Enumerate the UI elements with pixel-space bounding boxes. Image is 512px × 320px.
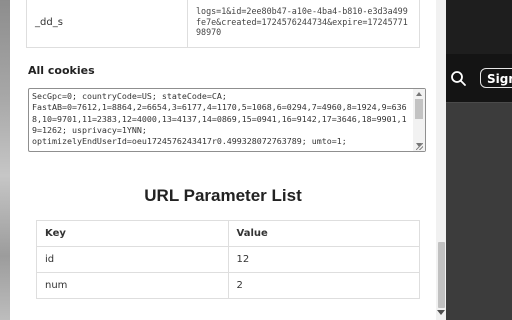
column-header-key: Key [36, 220, 229, 247]
cookie-name: _dd_s [26, 0, 188, 48]
table-header-row: Key Value [36, 220, 420, 247]
sign-in-button[interactable]: Sign [480, 68, 512, 88]
all-cookies-textarea[interactable]: SecGpc=0; countryCode=US; stateCode=CA; … [28, 88, 426, 152]
table-row: num 2 [36, 272, 420, 299]
table-row: _dd_s logs=1&id=2ee80b47-a10e-4ba4-b810-… [26, 0, 420, 48]
param-key: id [36, 246, 229, 273]
background-header [446, 0, 512, 54]
all-cookies-heading: All cookies [28, 64, 95, 77]
url-parameter-list-title: URL Parameter List [144, 186, 302, 205]
resize-handle-icon[interactable] [416, 143, 423, 150]
panel-scrollbar[interactable] [436, 0, 446, 320]
panel-scrollbar-thumb[interactable] [438, 242, 445, 308]
cookie-table: _dd_s logs=1&id=2ee80b47-a10e-4ba4-b810-… [26, 0, 420, 48]
param-key: num [36, 272, 229, 299]
param-value: 12 [227, 246, 420, 273]
column-header-value: Value [227, 220, 420, 247]
textarea-scrollbar[interactable] [413, 89, 425, 151]
background-nav-bar: Sign [446, 54, 512, 103]
cookie-inspector-panel: _dd_s logs=1&id=2ee80b47-a10e-4ba4-b810-… [10, 0, 436, 320]
scroll-down-icon[interactable] [437, 310, 445, 315]
background-page-right: Sign [446, 0, 512, 320]
scroll-up-icon[interactable] [416, 92, 422, 96]
table-row: id 12 [36, 246, 420, 273]
textarea-scrollbar-thumb[interactable] [415, 99, 423, 119]
cookie-value: logs=1&id=2ee80b47-a10e-4ba4-b810-e3d3a4… [187, 0, 420, 48]
background-page-left [0, 0, 10, 320]
url-parameter-table: Key Value id 12 num 2 [36, 220, 420, 299]
search-icon[interactable] [450, 70, 468, 88]
param-value: 2 [227, 272, 420, 299]
